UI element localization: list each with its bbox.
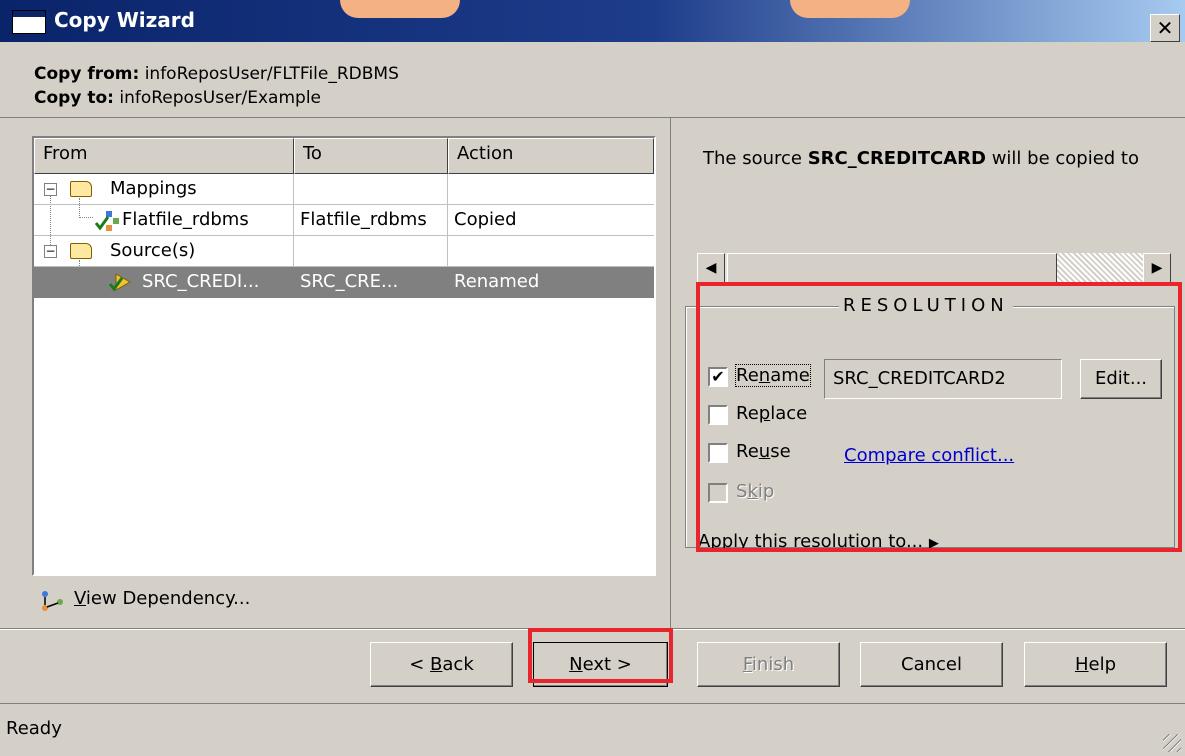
copy-from-value: infoReposUser/FLTFile_RDBMS (144, 64, 399, 84)
title-bar: Copy Wizard ✕ (0, 0, 1185, 42)
column-header-action[interactable]: Action (448, 138, 654, 174)
left-pane: From To Action Mappings − Flatfile_rdbms… (0, 118, 671, 628)
column-header-from[interactable]: From (34, 138, 294, 174)
decor-shape-right (790, 0, 910, 18)
window-title: Copy Wizard (54, 8, 195, 32)
table-row[interactable]: Mappings − (34, 174, 654, 205)
cell-from: Flatfile_rdbms (34, 205, 294, 236)
arrow-left-icon: ◀ (705, 260, 717, 276)
resize-grip-icon[interactable] (1163, 734, 1181, 752)
scroll-right-button[interactable]: ▶ (1143, 253, 1171, 283)
header-panel: Copy from: infoReposUser/FLTFile_RDBMS C… (0, 42, 1185, 118)
cancel-button[interactable]: Cancel (860, 642, 1003, 687)
conflict-grid[interactable]: From To Action Mappings − Flatfile_rdbms… (32, 136, 656, 576)
column-header-to[interactable]: To (294, 138, 448, 174)
finish-button: Finish (697, 642, 840, 687)
copy-to-line: Copy to: infoReposUser/Example (34, 88, 321, 108)
cell-to: Flatfile_rdbms (294, 205, 448, 236)
close-icon: ✕ (1156, 16, 1174, 40)
close-button[interactable]: ✕ (1150, 14, 1180, 42)
cell-action (448, 236, 654, 267)
table-row[interactable]: SRC_CREDI... SRC_CRE... Renamed (34, 267, 654, 298)
copy-from-line: Copy from: infoReposUser/FLTFile_RDBMS (34, 64, 399, 84)
view-dependency-label: View Dependency... (74, 588, 251, 609)
scroll-left-button[interactable]: ◀ (697, 253, 725, 283)
highlight-box-next (528, 628, 673, 683)
decor-shape-left (340, 0, 460, 18)
folder-icon (70, 181, 92, 197)
source-message: The source SRC_CREDITCARD will be copied… (703, 148, 1139, 169)
copy-to-value: infoReposUser/Example (119, 88, 322, 108)
table-row[interactable]: Flatfile_rdbms Flatfile_rdbms Copied (34, 205, 654, 236)
help-button[interactable]: Help (1024, 642, 1167, 687)
scroll-track[interactable] (1057, 253, 1143, 283)
cell-action: Copied (448, 205, 654, 236)
dependency-icon (42, 591, 63, 611)
source-icon (108, 273, 132, 292)
scroll-thumb[interactable] (727, 253, 1057, 283)
folder-icon (70, 243, 92, 259)
horizontal-scrollbar[interactable]: ◀ ▶ (697, 253, 1171, 283)
cell-to (294, 174, 448, 205)
status-text: Ready (6, 718, 62, 739)
cell-from: SRC_CREDI... (34, 267, 294, 298)
status-bar: Ready (0, 703, 1185, 756)
mapping-icon (94, 211, 119, 231)
cell-to (294, 236, 448, 267)
collapse-icon[interactable]: − (44, 245, 57, 258)
highlight-box-resolution (696, 282, 1182, 552)
arrow-right-icon: ▶ (1151, 260, 1163, 276)
cell-to: SRC_CRE... (294, 267, 448, 298)
copy-from-label: Copy from: (34, 64, 140, 84)
window-icon (12, 10, 46, 34)
cell-action: Renamed (448, 267, 654, 298)
collapse-icon[interactable]: − (44, 183, 57, 196)
cell-action (448, 174, 654, 205)
back-button[interactable]: < Back (370, 642, 513, 687)
copy-to-label: Copy to: (34, 88, 114, 108)
table-row[interactable]: Source(s) − (34, 236, 654, 267)
